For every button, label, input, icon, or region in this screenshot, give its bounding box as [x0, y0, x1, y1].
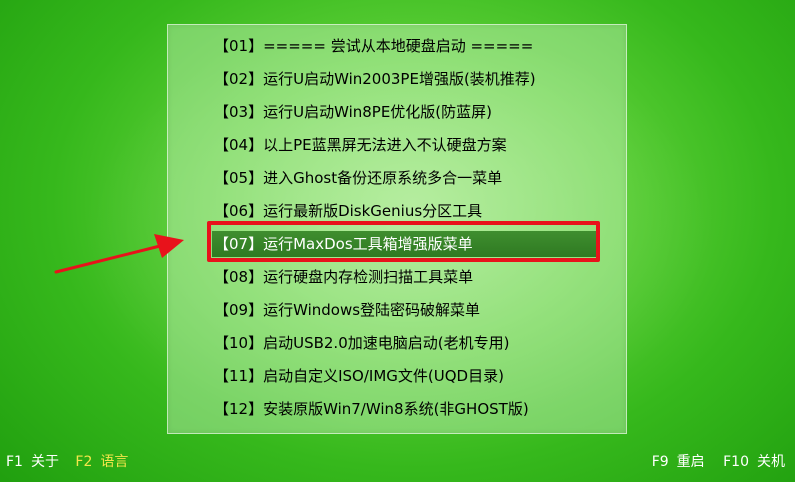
menu-item-10[interactable]: 【10】启动USB2.0加速电脑启动(老机专用): [214, 330, 509, 356]
f9-restart-button[interactable]: F9 重启: [652, 452, 705, 472]
menu-item-02[interactable]: 【02】运行U启动Win2003PE增强版(装机推荐): [214, 66, 536, 92]
f10-key: F10: [723, 454, 749, 470]
menu-item-05[interactable]: 【05】进入Ghost备份还原系统多合一菜单: [214, 165, 502, 191]
f2-key: F2: [75, 454, 93, 470]
footer-left: F1 关于 F2 语言: [6, 452, 140, 472]
menu-item-12[interactable]: 【12】安装原版Win7/Win8系统(非GHOST版): [214, 396, 529, 422]
f10-label: 关机: [757, 454, 785, 470]
menu-item-04[interactable]: 【04】以上PE蓝黑屏无法进入不认硬盘方案: [214, 132, 507, 158]
menu-item-11[interactable]: 【11】启动自定义ISO/IMG文件(UQD目录): [214, 363, 504, 389]
f9-label: 重启: [676, 454, 705, 470]
f1-label: 关于: [30, 454, 59, 470]
menu-item-08[interactable]: 【08】运行硬盘内存检测扫描工具菜单: [214, 264, 473, 290]
menu-item-09[interactable]: 【09】运行Windows登陆密码破解菜单: [214, 297, 480, 323]
f1-key: F1: [6, 454, 23, 470]
f9-key: F9: [651, 454, 669, 470]
menu-item-01[interactable]: 【01】===== 尝试从本地硬盘启动 =====: [214, 33, 533, 59]
f2-language-button[interactable]: F2 语言: [75, 452, 128, 472]
f1-about-button[interactable]: F1 关于: [6, 452, 59, 472]
red-arrow-icon: [54, 234, 184, 274]
footer-right: F9 重启 F10 关机: [638, 452, 785, 472]
f2-label: 语言: [100, 454, 129, 470]
selection-highlight-box: [207, 221, 600, 262]
menu-item-03[interactable]: 【03】运行U启动Win8PE优化版(防蓝屏): [214, 99, 492, 125]
f10-shutdown-button[interactable]: F10 关机: [723, 452, 785, 472]
